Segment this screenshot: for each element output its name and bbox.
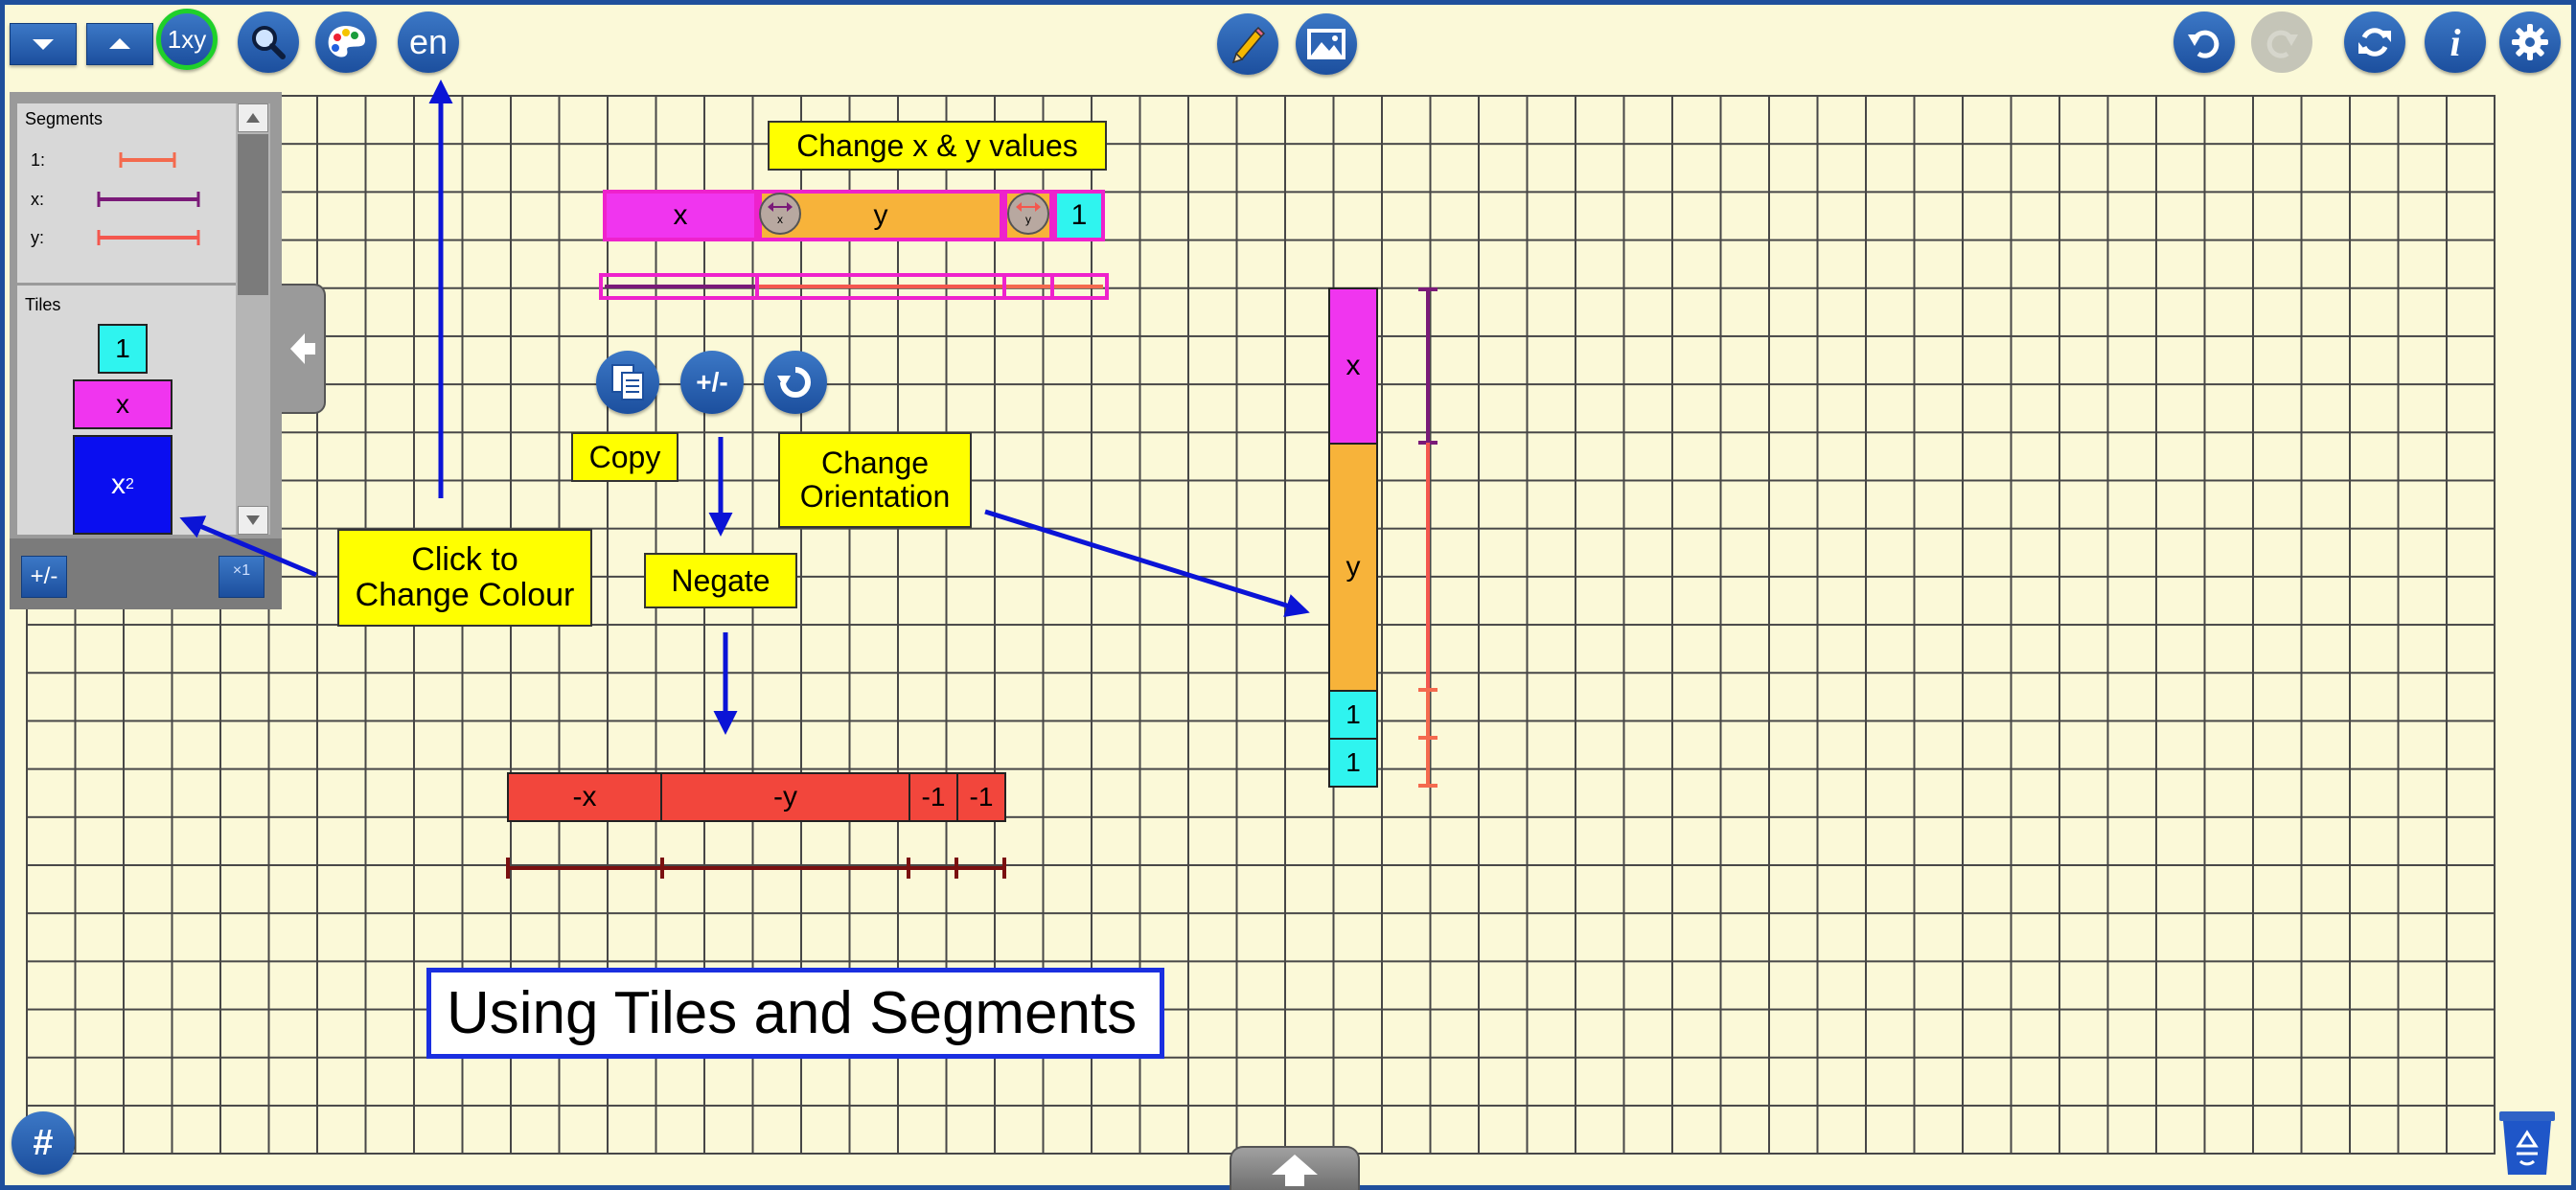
rotate-icon (777, 367, 811, 398)
tile-negative-x[interactable]: -x (507, 772, 662, 822)
selected-segment-row[interactable] (598, 272, 1112, 305)
tile-x-vertical[interactable]: x (1328, 287, 1378, 445)
note-copy: Copy (571, 432, 678, 482)
arrow-up-icon (1272, 1155, 1318, 1186)
negated-segment-row[interactable] (502, 853, 1012, 887)
grid-toggle-button[interactable]: # (12, 1111, 75, 1175)
note-change-orientation: Change Orientation (778, 432, 972, 528)
copy-button[interactable] (596, 351, 659, 414)
tile-negative-one[interactable]: -1 (956, 772, 1006, 822)
x-handle-label: x (777, 213, 783, 226)
note-negate: Negate (644, 553, 797, 608)
tile-negative-y[interactable]: -y (660, 772, 910, 822)
copy-icon (611, 364, 644, 400)
x-value-handle[interactable]: x (759, 193, 801, 235)
recycle-bin-icon (2499, 1111, 2555, 1175)
resize-arrows-icon (1016, 202, 1041, 212)
note-change-orientation-line1: Change (820, 446, 930, 481)
note-change-orientation-line2: Orientation (799, 479, 951, 514)
resize-arrows-icon (768, 202, 793, 212)
negate-button[interactable]: +/- (680, 351, 744, 414)
tile-x[interactable]: x (603, 190, 758, 241)
bottom-drawer-tab[interactable] (1230, 1146, 1360, 1190)
workspace[interactable]: { "toolbar": { "expand_down_icon": "tria… (0, 0, 2576, 1190)
note-change-values: Change x & y values (768, 121, 1107, 171)
rotate-button[interactable] (764, 351, 827, 414)
y-value-handle[interactable]: y (1007, 193, 1049, 235)
tile-y-vertical[interactable]: y (1328, 443, 1378, 692)
recycle-bin-button[interactable] (2494, 1106, 2561, 1179)
vertical-segment-column[interactable] (1414, 284, 1445, 791)
y-handle-label: y (1025, 213, 1031, 226)
arrow-to-vertical-column (984, 509, 1310, 617)
note-click-colour-line2: Change Colour (355, 577, 575, 613)
tile-one[interactable]: 1 (1053, 190, 1105, 241)
tile-one-vertical[interactable]: 1 (1328, 690, 1378, 740)
arrow-to-colour-tile (179, 515, 317, 578)
title-text-box[interactable]: Using Tiles and Segments (426, 968, 1164, 1059)
tile-one-vertical[interactable]: 1 (1328, 738, 1378, 788)
note-click-to-change-colour: Click to Change Colour (337, 529, 592, 627)
note-click-colour-line1: Click to (411, 541, 518, 579)
tile-negative-one[interactable]: -1 (908, 772, 958, 822)
